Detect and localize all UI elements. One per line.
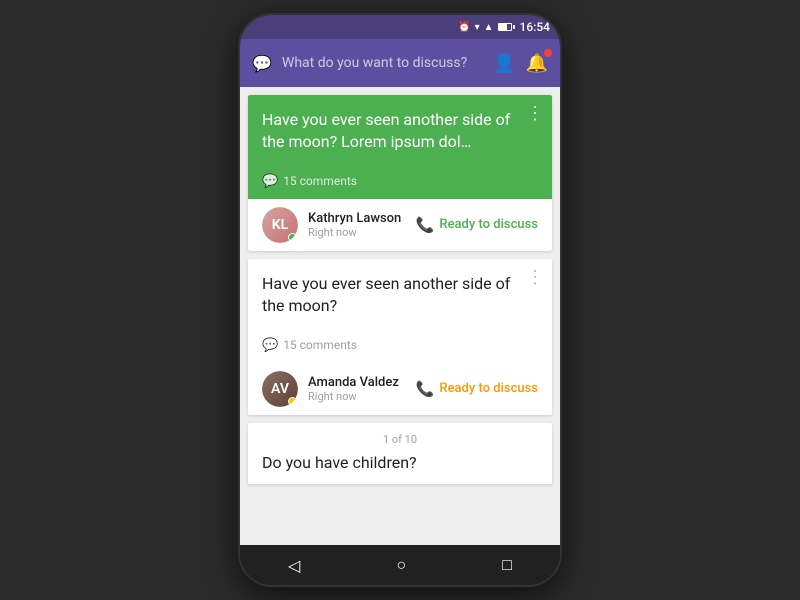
- card-1-body: ⋮ Have you ever seen another side of the…: [248, 95, 552, 199]
- online-status-amanda: [288, 397, 297, 406]
- comments-icon-1: 💬: [262, 174, 278, 189]
- recents-button[interactable]: □: [502, 555, 512, 575]
- notifications-button[interactable]: 🔔: [526, 53, 548, 74]
- card-3-title: Do you have children?: [262, 452, 522, 474]
- card-1-comments: 15 comments: [283, 174, 357, 188]
- chat-icon: 💬: [252, 54, 272, 73]
- comments-icon-2: 💬: [262, 338, 278, 353]
- card-2-body: ⋮ Have you ever seen another side of the…: [248, 259, 552, 363]
- user-info-amanda: Amanda Valdez Right now: [308, 375, 416, 403]
- card-1-menu[interactable]: ⋮: [526, 103, 544, 124]
- back-button[interactable]: ◁: [288, 556, 300, 575]
- alarm-icon: ⏰: [458, 22, 470, 33]
- user-info-kathryn: Kathryn Lawson Right now: [308, 211, 416, 239]
- discussion-card-2[interactable]: ⋮ Have you ever seen another side of the…: [248, 259, 552, 415]
- phone-icon-2: 📞: [416, 380, 435, 398]
- card-1-title: Have you ever seen another side of the m…: [262, 109, 522, 154]
- discussion-card-1[interactable]: ⋮ Have you ever seen another side of the…: [248, 95, 552, 251]
- avatar-kathryn: KL: [262, 207, 298, 243]
- card-2-comments: 15 comments: [283, 338, 357, 352]
- content-area: ⋮ Have you ever seen another side of the…: [240, 87, 560, 545]
- home-button[interactable]: ○: [396, 555, 406, 575]
- status-time: 16:54: [520, 20, 550, 34]
- card-1-footer: KL Kathryn Lawson Right now 📞 Ready to d…: [248, 199, 552, 251]
- status-icons: ⏰ ▾ ▲ 16:54: [458, 20, 550, 34]
- user-name-amanda: Amanda Valdez: [308, 375, 416, 390]
- card-2-footer: AV Amanda Valdez Right now 📞 Ready to di…: [248, 363, 552, 415]
- avatar-amanda: AV: [262, 371, 298, 407]
- ready-label-1: Ready to discuss: [439, 217, 538, 232]
- phone-icon-1: 📞: [416, 216, 435, 234]
- battery-icon: [498, 23, 512, 31]
- top-bar: 💬 What do you want to discuss? 👤 🔔: [240, 39, 560, 87]
- ready-label-2: Ready to discuss: [439, 381, 538, 396]
- ready-button-1[interactable]: 📞 Ready to discuss: [416, 216, 538, 234]
- search-placeholder[interactable]: What do you want to discuss?: [282, 55, 483, 71]
- card-2-menu[interactable]: ⋮: [526, 267, 544, 288]
- user-name-kathryn: Kathryn Lawson: [308, 211, 416, 226]
- pagination-text: 1 of 10: [262, 433, 538, 446]
- discussion-card-3[interactable]: 1 of 10 Do you have children?: [248, 423, 552, 484]
- online-status-kathryn: [288, 233, 297, 242]
- wifi-icon: ▾: [475, 22, 480, 33]
- signal-icon: ▲: [484, 22, 494, 33]
- ready-button-2[interactable]: 📞 Ready to discuss: [416, 380, 538, 398]
- account-button[interactable]: 👤: [493, 53, 515, 74]
- notification-badge: [544, 49, 552, 57]
- user-time-amanda: Right now: [308, 390, 416, 403]
- account-icon: 👤: [493, 53, 515, 74]
- user-time-kathryn: Right now: [308, 226, 416, 239]
- status-bar: ⏰ ▾ ▲ 16:54: [240, 15, 560, 39]
- phone-frame: ⏰ ▾ ▲ 16:54 💬 What do you want to discus…: [240, 15, 560, 585]
- bottom-nav: ◁ ○ □: [240, 545, 560, 585]
- card-2-title: Have you ever seen another side of the m…: [262, 273, 522, 318]
